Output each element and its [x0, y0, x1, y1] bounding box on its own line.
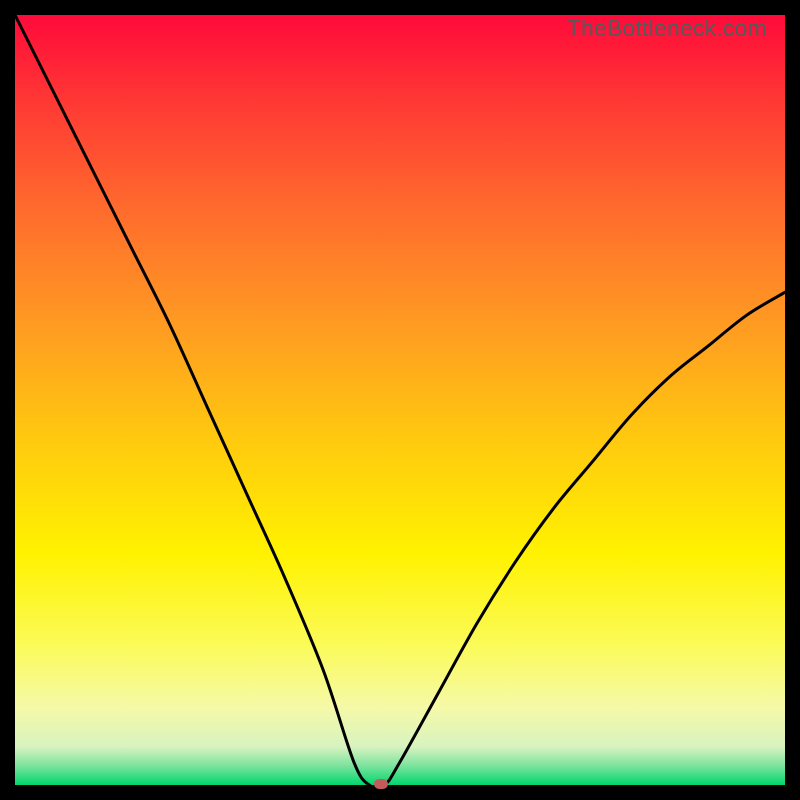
curve-path — [15, 15, 785, 785]
chart-frame: TheBottleneck.com — [0, 0, 800, 800]
optimal-point-marker — [374, 779, 388, 789]
plot-area: TheBottleneck.com — [15, 15, 785, 785]
bottleneck-curve — [15, 15, 785, 785]
